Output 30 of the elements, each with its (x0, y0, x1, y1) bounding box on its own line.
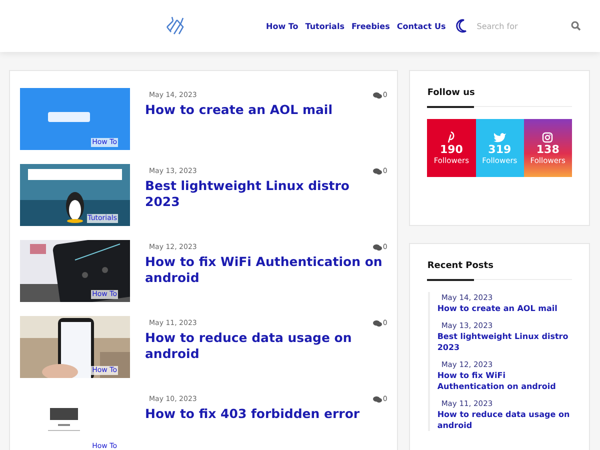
post-link[interactable]: Best lightweight Linux distro 2023 (437, 331, 572, 353)
search-field[interactable]: Search for (476, 22, 557, 30)
post-link[interactable]: How to create an AOL mail (437, 303, 572, 314)
logo-icon[interactable] (164, 15, 186, 37)
post-title[interactable]: Best lightweight Linux distro 2023 (145, 178, 388, 210)
bird-icon (492, 132, 507, 142)
follower-count: 190 (440, 143, 463, 156)
post-title[interactable]: How to create an AOL mail (145, 102, 388, 118)
post-title[interactable]: How to fix WiFi Authentication on android (145, 254, 388, 286)
widget-title: Recent Posts (427, 261, 494, 271)
search-icon[interactable] (570, 21, 581, 31)
instagram-icon (542, 132, 554, 142)
comments-icon (372, 396, 382, 402)
post-title[interactable]: How to fix 403 forbidden error (145, 406, 388, 422)
post-link[interactable]: How to fix WiFi Authentication on android (437, 370, 572, 392)
comments-icon (372, 320, 382, 326)
nav-link[interactable]: Contact Us (396, 22, 446, 30)
pinterest-icon (446, 131, 456, 143)
nav-link[interactable]: Tutorials (305, 22, 344, 30)
post-title[interactable]: How to reduce data usage on android (145, 330, 388, 362)
nav-link[interactable]: How To (266, 22, 298, 30)
follower-count: 319 (488, 142, 512, 156)
post-link[interactable]: How to reduce data usage on android (437, 409, 572, 431)
comments-icon (372, 168, 382, 174)
comments-icon (372, 244, 382, 250)
moon-icon[interactable] (454, 19, 467, 33)
comments-icon (372, 92, 382, 98)
widget-title: Follow us (427, 88, 476, 98)
follower-count: 138 (536, 142, 560, 156)
nav-link[interactable]: Freebies (351, 22, 390, 30)
